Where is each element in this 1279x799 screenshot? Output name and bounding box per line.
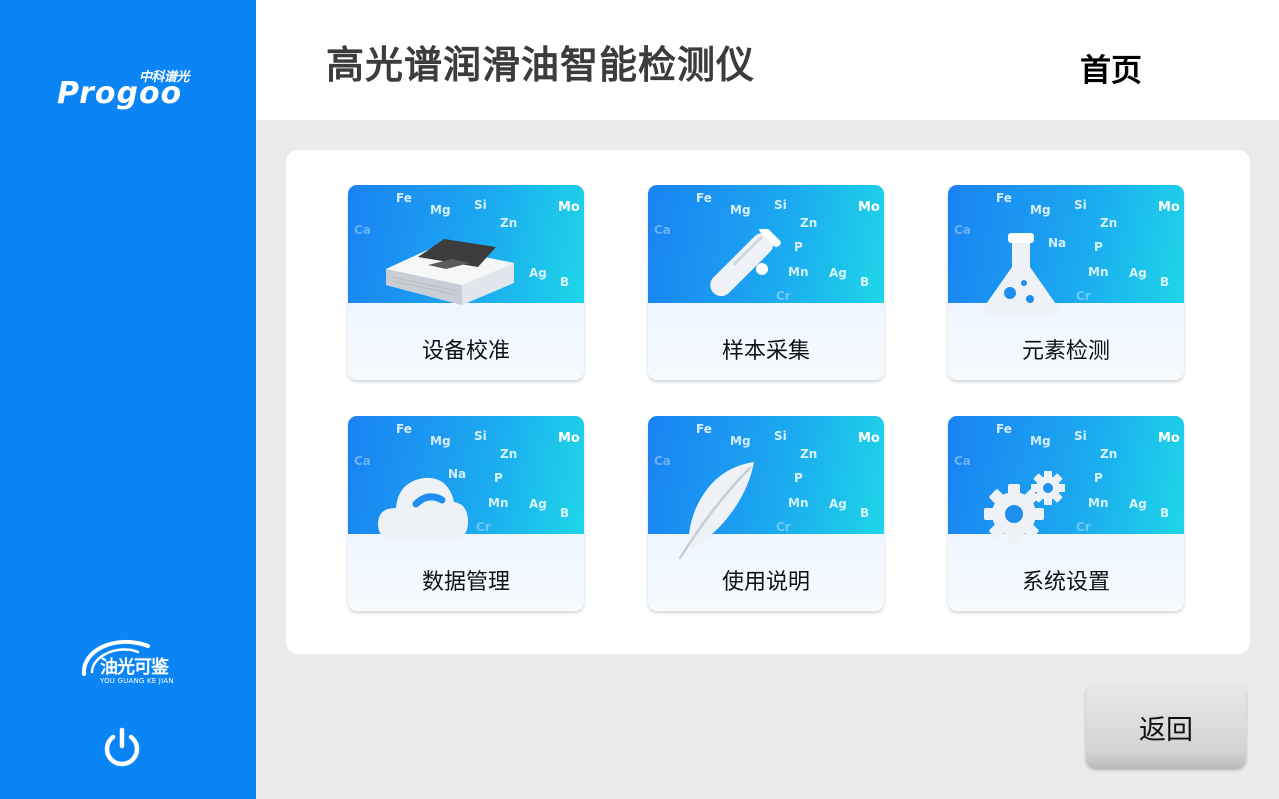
element-mn: Mn	[1088, 496, 1109, 510]
tile-element-detection[interactable]: Fe Mg Si Zn Mo Ca Na P Mn Ag B Cr 元素检测	[948, 185, 1184, 380]
element-p: P	[494, 471, 503, 485]
element-ag: Ag	[1129, 266, 1147, 280]
power-button[interactable]	[100, 726, 144, 770]
element-zn: Zn	[1100, 216, 1118, 230]
element-b: B	[860, 275, 870, 289]
element-fe: Fe	[696, 422, 712, 436]
element-ca: Ca	[954, 454, 971, 468]
element-b: B	[860, 506, 870, 520]
element-p: P	[1094, 240, 1103, 254]
element-ca: Ca	[954, 223, 971, 237]
progoo-logo: 中科谱光 Progoo	[55, 66, 205, 116]
device-icon	[386, 239, 514, 305]
logo-brand-name: Progoo	[57, 76, 183, 111]
test-tube-icon	[710, 229, 781, 297]
element-ca: Ca	[354, 454, 371, 468]
element-cr: Cr	[776, 520, 791, 534]
element-p: P	[794, 471, 803, 485]
element-mg: Mg	[1030, 434, 1051, 448]
element-cr: Cr	[1076, 289, 1091, 303]
element-fe: Fe	[396, 422, 412, 436]
flask-icon	[983, 233, 1059, 315]
header: 高光谱润滑油智能检测仪 首页	[256, 0, 1279, 120]
element-p: P	[1094, 471, 1103, 485]
back-button[interactable]: 返回	[1086, 684, 1246, 768]
element-mo: Mo	[858, 431, 880, 446]
tile-system-settings[interactable]: Fe Mg Si Zn Mo Ca P Mn Ag B Cr 系统设置	[948, 416, 1184, 611]
element-b: B	[560, 275, 570, 289]
element-cr: Cr	[1076, 520, 1091, 534]
power-icon	[104, 727, 140, 767]
element-ag: Ag	[829, 266, 847, 280]
element-zn: Zn	[500, 447, 518, 461]
element-mg: Mg	[430, 203, 451, 217]
element-si: Si	[774, 198, 787, 212]
element-zn: Zn	[800, 447, 818, 461]
element-cr: Cr	[476, 520, 491, 534]
element-mn: Mn	[788, 496, 809, 510]
youguang-logo: 油光可鉴 YOU GUANG KE JIAN	[76, 632, 196, 692]
element-mo: Mo	[558, 200, 580, 215]
logo-slogan-pinyin: YOU GUANG KE JIAN	[100, 677, 174, 685]
page-title: 首页	[1080, 53, 1142, 89]
tile-user-manual[interactable]: Fe Mg Si Zn Mo Ca P Mn Ag B Cr 使用说明	[648, 416, 884, 611]
element-ca: Ca	[354, 223, 371, 237]
tile-data-management[interactable]: Fe Mg Si Zn Mo Ca Na P Mn Ag B Cr 数据管理	[348, 416, 584, 611]
element-si: Si	[1074, 198, 1087, 212]
element-mg: Mg	[730, 203, 751, 217]
tile-label: 设备校准	[421, 339, 510, 364]
element-mo: Mo	[858, 200, 880, 215]
element-si: Si	[474, 429, 487, 443]
menu-panel: Fe Mg Si Zn Mo Ca Ag B 设备校准 Fe Mg Si Zn …	[286, 150, 1250, 654]
element-ca: Ca	[654, 223, 671, 237]
element-si: Si	[474, 198, 487, 212]
element-b: B	[560, 506, 570, 520]
tile-label: 元素检测	[1021, 339, 1110, 364]
element-ag: Ag	[1129, 497, 1147, 511]
element-ag: Ag	[529, 266, 547, 280]
element-zn: Zn	[1100, 447, 1118, 461]
element-mn: Mn	[1088, 265, 1109, 279]
back-button-label: 返回	[1139, 715, 1193, 746]
element-mn: Mn	[788, 265, 809, 279]
element-mg: Mg	[430, 434, 451, 448]
tile-device-calibration[interactable]: Fe Mg Si Zn Mo Ca Ag B 设备校准	[348, 185, 584, 380]
element-mg: Mg	[1030, 203, 1051, 217]
app-title: 高光谱润滑油智能检测仪	[326, 43, 756, 87]
tile-label: 使用说明	[721, 570, 810, 595]
element-si: Si	[774, 429, 787, 443]
element-ag: Ag	[829, 497, 847, 511]
element-fe: Fe	[996, 191, 1012, 205]
logo-slogan: 油光可鉴	[100, 657, 169, 678]
element-fe: Fe	[996, 422, 1012, 436]
element-fe: Fe	[696, 191, 712, 205]
cloud-icon	[378, 477, 468, 540]
element-b: B	[1160, 506, 1170, 520]
tile-label: 系统设置	[1021, 570, 1110, 595]
element-zn: Zn	[800, 216, 818, 230]
element-p: P	[794, 240, 803, 254]
element-mo: Mo	[558, 431, 580, 446]
element-ag: Ag	[529, 497, 547, 511]
tile-label: 数据管理	[421, 570, 510, 595]
element-mn: Mn	[488, 496, 509, 510]
element-zn: Zn	[500, 216, 518, 230]
element-mo: Mo	[1158, 200, 1180, 215]
element-si: Si	[1074, 429, 1087, 443]
sidebar: 中科谱光 Progoo 油光可鉴 YOU GUANG KE JIAN	[0, 0, 256, 799]
feather-icon	[678, 462, 754, 560]
element-ca: Ca	[654, 454, 671, 468]
element-mo: Mo	[1158, 431, 1180, 446]
tile-label: 样本采集	[721, 339, 810, 364]
tile-sample-collection[interactable]: Fe Mg Si Zn Mo Ca P Mn Ag B Cr 样本采集	[648, 185, 884, 380]
element-fe: Fe	[396, 191, 412, 205]
element-b: B	[1160, 275, 1170, 289]
gears-icon	[984, 471, 1065, 544]
element-mg: Mg	[730, 434, 751, 448]
